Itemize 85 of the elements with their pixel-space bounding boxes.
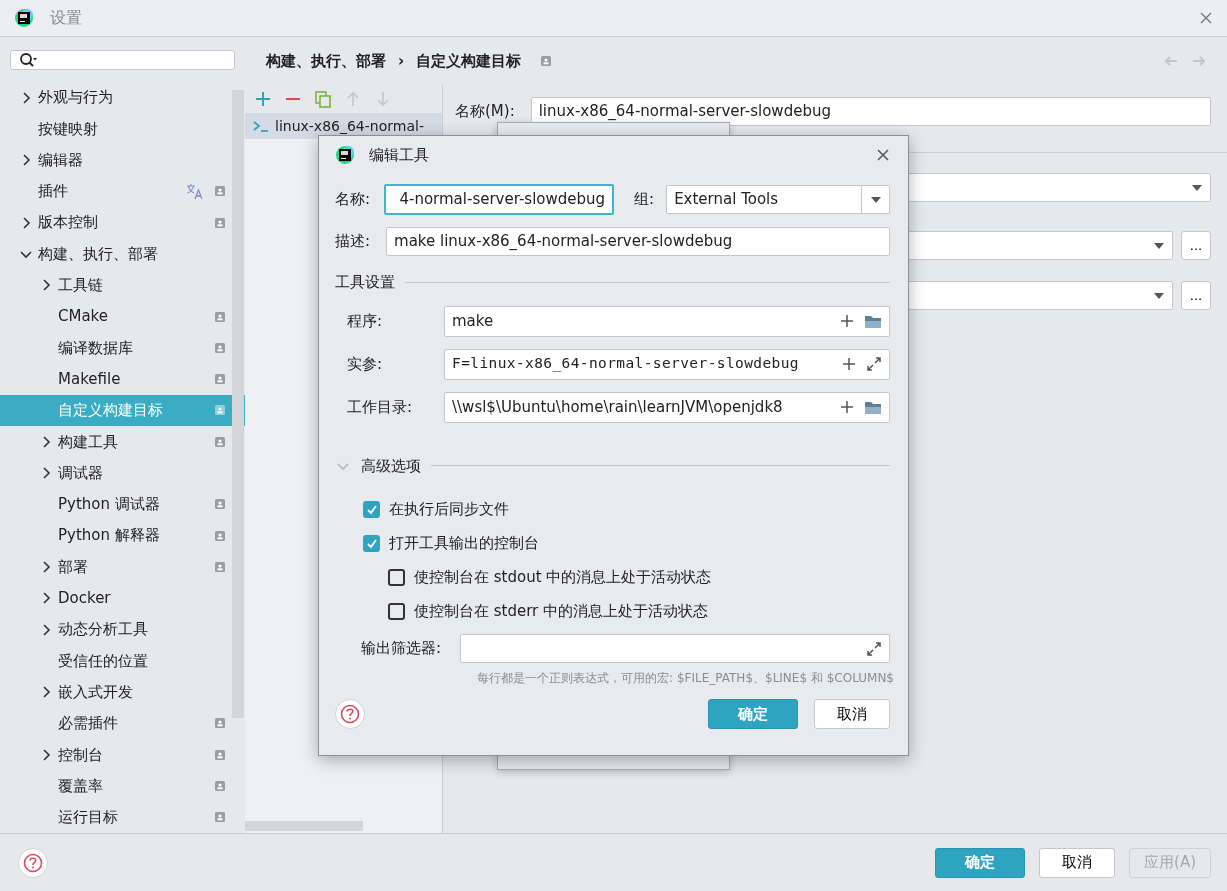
tree-item[interactable]: 运行目标: [0, 801, 245, 833]
text-field[interactable]: \\wsl$\Ubuntu\home\rain\learnJVM\openjdk8: [444, 391, 890, 423]
field-label: 描述:: [335, 231, 371, 253]
help-icon: [23, 852, 43, 873]
help-icon: [340, 704, 360, 724]
tree-item[interactable]: 受信任的位置: [0, 645, 245, 677]
breadcrumb-separator: ›: [398, 50, 405, 72]
tree-item[interactable]: 构建工具: [0, 426, 245, 458]
checkbox[interactable]: [388, 602, 405, 620]
app-logo: [335, 145, 355, 165]
filter-field[interactable]: [460, 634, 890, 663]
tree-item[interactable]: 外观与行为: [0, 81, 245, 114]
tree-item[interactable]: 构建、执行、部署: [0, 238, 245, 270]
name-field[interactable]: linux-x86_64-normal-server-slowdebug: [530, 97, 1211, 126]
dialog-button[interactable]: 取消: [1039, 847, 1116, 878]
add-icon[interactable]: [840, 400, 854, 414]
checkbox[interactable]: [363, 534, 380, 552]
hint-text: 每行都是一个正则表达式，可用的宏: $FILE_PATH$、$LINE$ 和 $COLUMN$: [476, 670, 894, 687]
checkbox[interactable]: [388, 568, 405, 586]
app-logo: [14, 8, 34, 28]
field-label: 工作目录:: [347, 396, 414, 418]
tree-item[interactable]: 动态分析工具: [0, 613, 245, 646]
description-field[interactable]: make linux-x86_64-normal-server-slowdebug: [386, 227, 890, 256]
field-label: 名称(M):: [455, 101, 515, 123]
field-label: 输出筛选器:: [361, 638, 443, 660]
name-field[interactable]: 4-normal-server-slowdebug: [384, 184, 615, 215]
tree-item[interactable]: Docker: [0, 582, 245, 614]
scrollbar[interactable]: [232, 90, 244, 718]
tree-item[interactable]: 控制台: [0, 739, 245, 771]
dropdown-arrow-icon: [1153, 241, 1165, 250]
more-button[interactable]: ...: [1181, 281, 1211, 310]
tree-item[interactable]: Makefile: [0, 363, 245, 395]
section-title: 高级选项: [361, 455, 421, 477]
tree-item[interactable]: 必需插件: [0, 707, 245, 740]
add-icon[interactable]: [840, 314, 854, 328]
dropdown-arrow-icon: [1191, 183, 1203, 192]
more-button[interactable]: ...: [1181, 231, 1211, 260]
checkbox-label: 使控制台在 stdout 中的消息上处于活动状态: [414, 566, 712, 588]
field-label: 组:: [634, 189, 655, 211]
tree-item[interactable]: 按键映射: [0, 113, 245, 145]
tree-item[interactable]: 嵌入式开发: [0, 676, 245, 708]
text-field[interactable]: F=linux-x86_64-normal-server-slowdebug: [444, 348, 890, 380]
breadcrumb-item[interactable]: 构建、执行、部署: [266, 49, 386, 73]
field-label: 程序:: [347, 310, 384, 332]
target-item[interactable]: linux-x86_64-normal-: [245, 113, 442, 139]
close-icon[interactable]: [876, 148, 890, 162]
dropdown-arrow-icon: [1153, 291, 1165, 300]
tree-item[interactable]: 工具链: [0, 269, 245, 301]
window-title: 设置: [50, 7, 82, 29]
field-label: 实参:: [347, 353, 384, 375]
tree-item[interactable]: Python 解释器: [0, 520, 245, 552]
tree-item[interactable]: 编辑器: [0, 144, 245, 176]
tree-item[interactable]: 调试器: [0, 457, 245, 489]
tree-item[interactable]: Python 调试器: [0, 488, 245, 521]
tree-item[interactable]: CMake: [0, 300, 245, 333]
section-title: 工具设置: [335, 272, 395, 293]
add-icon[interactable]: [255, 90, 271, 108]
checkbox-label: 使控制台在 stderr 中的消息上处于活动状态: [414, 600, 709, 622]
checkbox-label: 打开工具输出的控制台: [389, 532, 539, 554]
dialog-button[interactable]: 取消: [814, 699, 890, 729]
tree-item[interactable]: 部署: [0, 551, 245, 583]
checkbox[interactable]: [363, 500, 380, 518]
close-icon[interactable]: [1199, 11, 1213, 25]
help-button[interactable]: [18, 847, 48, 878]
tree-item[interactable]: 版本控制: [0, 207, 245, 239]
text-field[interactable]: make: [444, 305, 890, 337]
expand-icon[interactable]: [866, 356, 882, 372]
add-icon[interactable]: [842, 357, 856, 371]
dropdown-arrow-icon: [869, 195, 882, 204]
tree-item[interactable]: 编译数据库: [0, 332, 245, 364]
field-label: 名称:: [335, 189, 371, 211]
folder-icon[interactable]: [864, 313, 882, 329]
group-dropdown[interactable]: External Tools: [666, 185, 890, 214]
dialog-title: 编辑工具: [369, 144, 429, 166]
checkbox-label: 在执行后同步文件: [389, 498, 509, 520]
folder-icon[interactable]: [864, 399, 882, 415]
help-button[interactable]: [335, 699, 365, 729]
breadcrumb-item[interactable]: 自定义构建目标: [416, 49, 522, 73]
expand-icon[interactable]: [866, 640, 882, 657]
scrollbar[interactable]: [245, 821, 363, 831]
tree-item[interactable]: 插件: [0, 175, 245, 208]
terminal-icon: [253, 119, 269, 133]
search-icon: [19, 51, 37, 68]
search-field[interactable]: [10, 50, 235, 70]
tree-item[interactable]: 覆盖率: [0, 770, 245, 802]
